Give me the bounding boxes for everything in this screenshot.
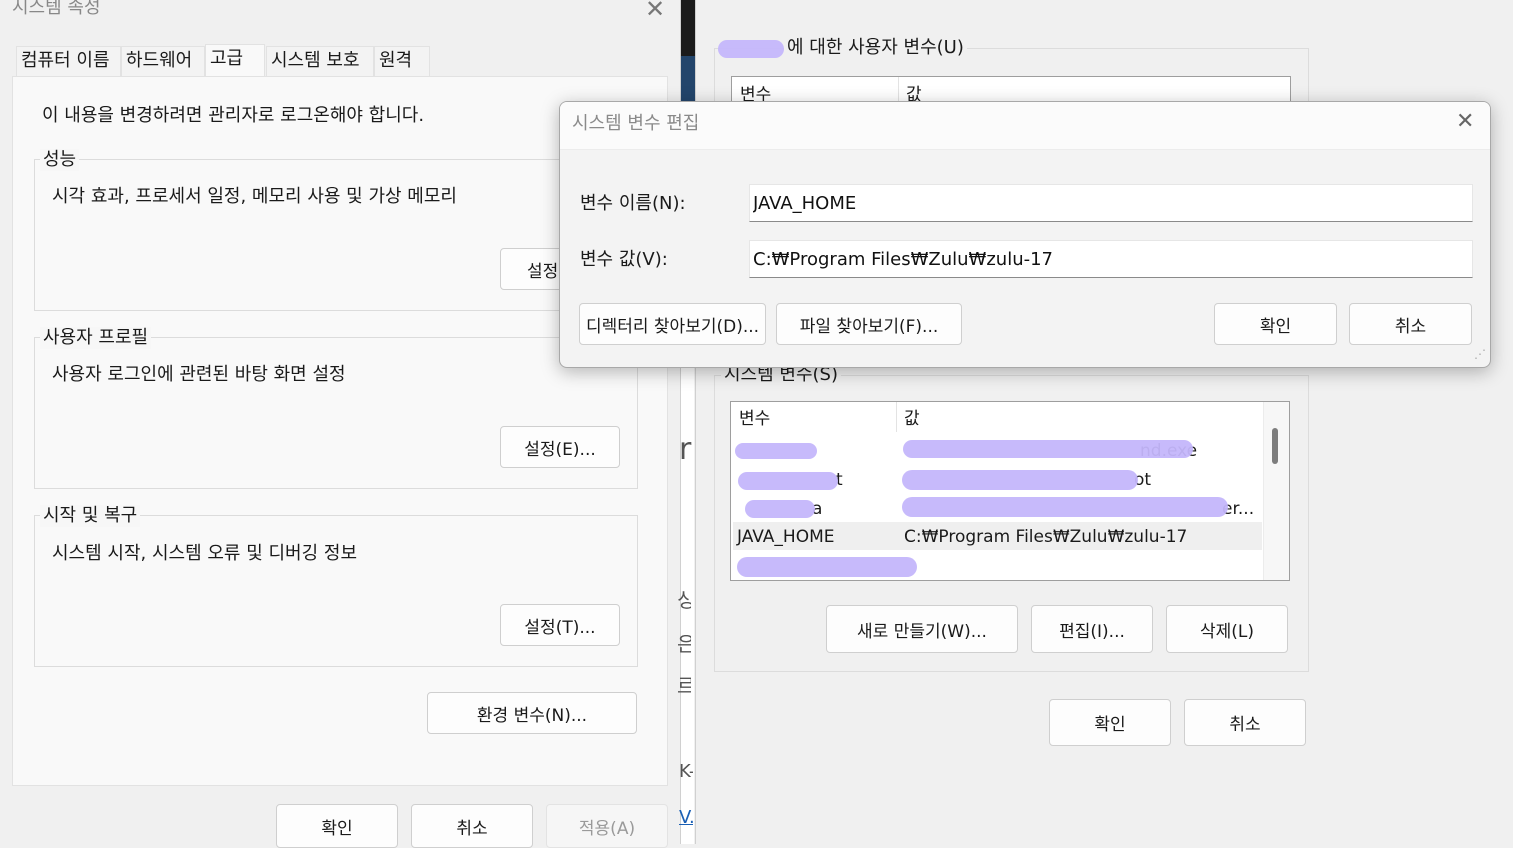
apply-button[interactable]: 적용(A): [546, 804, 668, 848]
dialog-title: 시스템 변수 편집: [572, 113, 700, 134]
browse-directory-button[interactable]: 디렉터리 찾아보기(D)...: [579, 303, 766, 345]
variable-value-input[interactable]: [749, 240, 1473, 278]
system-variables-table: [730, 401, 1290, 581]
variable-value-label: 변수 값(V):: [580, 249, 668, 270]
edit-variable-button[interactable]: 편집(I)...: [1031, 605, 1153, 653]
new-variable-button[interactable]: 새로 만들기(W)...: [826, 605, 1018, 653]
dialog-title-bar: [560, 102, 1490, 150]
startup-legend: 시작 및 복구: [40, 505, 141, 527]
profile-settings-button[interactable]: 설정(E)...: [500, 426, 620, 468]
header-divider: [896, 402, 897, 432]
dialog-ok-button[interactable]: 확인: [1214, 303, 1337, 345]
cancel-button[interactable]: 취소: [411, 804, 533, 848]
tab-computer-name[interactable]: 컴퓨터 이름: [16, 46, 121, 76]
delete-variable-button[interactable]: 삭제(L): [1166, 605, 1288, 653]
background-bar: [681, 0, 695, 56]
redacted-value: [902, 470, 1138, 490]
startup-desc: 시스템 시작, 시스템 오류 및 디버깅 정보: [52, 543, 358, 564]
dialog-cancel-button[interactable]: 취소: [1349, 303, 1472, 345]
user-variables-legend: 에 대한 사용자 변수(U): [784, 37, 967, 59]
system-header-variable[interactable]: 변수: [739, 407, 770, 431]
redacted-username: [718, 40, 784, 58]
background-glyph: ri: [679, 438, 693, 462]
background-glyph: K-: [679, 761, 693, 782]
window-title: 시스템 속성: [12, 0, 101, 18]
resize-grip-icon[interactable]: ⋰: [1474, 348, 1486, 360]
performance-legend: 성능: [40, 149, 80, 171]
redacted-value: [745, 500, 815, 518]
variable-name-label: 변수 이름(N):: [580, 193, 686, 214]
tab-remote[interactable]: 원격: [374, 46, 430, 76]
tab-advanced[interactable]: 고급: [205, 44, 265, 78]
browse-file-button[interactable]: 파일 찾아보기(F)...: [776, 303, 962, 345]
ok-button[interactable]: 확인: [276, 804, 398, 848]
env-ok-button[interactable]: 확인: [1049, 699, 1171, 746]
redacted-value: [737, 557, 917, 577]
table-row-name[interactable]: JAVA_HOME: [737, 525, 835, 549]
redacted-value: [903, 440, 1193, 458]
profile-legend: 사용자 프로필: [40, 327, 152, 349]
background-glyph: 싱: [677, 588, 691, 612]
admin-note: 이 내용을 변경하려면 관리자로 로그온해야 합니다.: [42, 105, 425, 126]
tab-hardware[interactable]: 하드웨어: [121, 46, 205, 76]
redacted-value: [902, 497, 1228, 517]
close-icon[interactable]: ✕: [645, 0, 665, 21]
env-cancel-button[interactable]: 취소: [1184, 699, 1306, 746]
profile-desc: 사용자 로그인에 관련된 바탕 화면 설정: [52, 364, 346, 385]
redacted-value: [738, 472, 838, 490]
dialog-close-icon[interactable]: ✕: [1456, 110, 1474, 134]
performance-desc: 시각 효과, 프로세서 일정, 메모리 사용 및 가상 메모리: [52, 186, 457, 207]
table-row-value[interactable]: C:₩Program Files₩Zulu₩zulu-17: [904, 525, 1187, 549]
redacted-value: [735, 443, 817, 459]
scrollbar-thumb[interactable]: [1272, 428, 1278, 464]
background-glyph: 은: [677, 632, 691, 656]
startup-settings-button[interactable]: 설정(T)...: [500, 604, 620, 646]
environment-variables-button[interactable]: 환경 변수(N)...: [427, 692, 637, 734]
system-header-value[interactable]: 값: [904, 407, 920, 431]
edit-system-variable-dialog: 시스템 변수 편집 ✕ 변수 이름(N): 변수 값(V): 디렉터리 찾아보기…: [559, 101, 1491, 368]
background-link-glyph: V.: [679, 807, 693, 828]
variable-name-input[interactable]: [749, 184, 1473, 222]
tab-system-protection[interactable]: 시스템 보호: [266, 46, 374, 76]
background-glyph: 르: [677, 674, 691, 698]
